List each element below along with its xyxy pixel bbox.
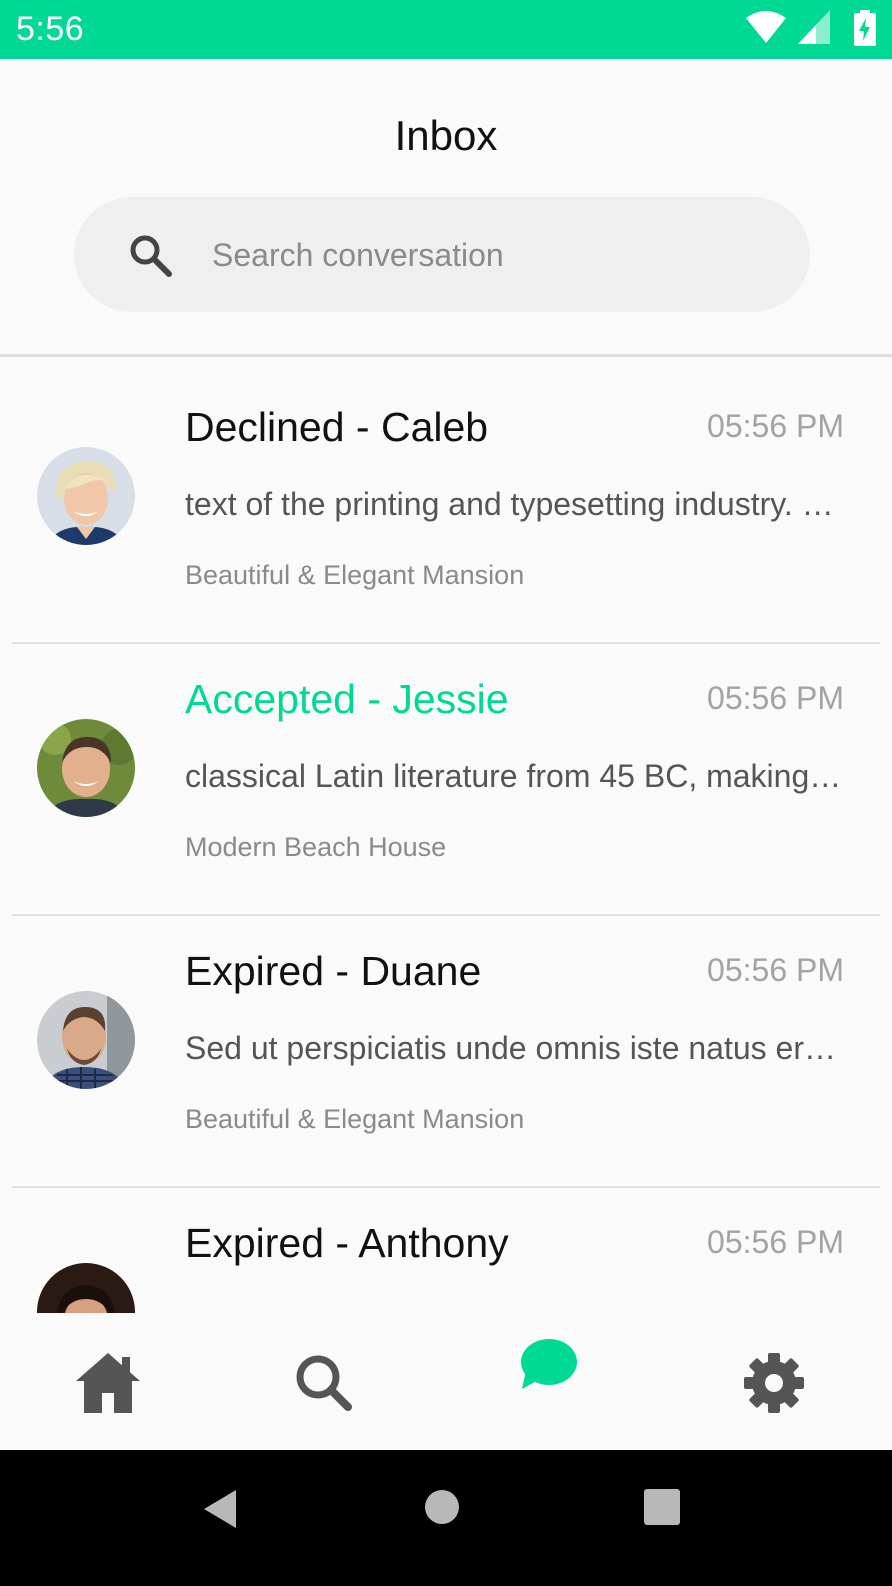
page-title: Inbox xyxy=(394,112,498,159)
status-bar: 5:56 xyxy=(0,0,892,59)
bottom-nav xyxy=(0,1313,892,1450)
battery-icon xyxy=(854,10,876,46)
conversation-property: Beautiful & Elegant Mansion xyxy=(185,560,525,590)
chat-bubble-icon xyxy=(521,1339,577,1389)
conversation-time: 05:56 PM xyxy=(707,952,844,988)
avatar xyxy=(37,991,135,1089)
avatar xyxy=(37,1263,135,1313)
conversation-preview: classical Latin literature from 45 BC, m… xyxy=(185,758,845,794)
conversation-name: Declined - Caleb xyxy=(185,404,489,450)
nav-messages[interactable] xyxy=(508,1329,588,1409)
avatar xyxy=(37,719,135,817)
search-bar[interactable] xyxy=(74,197,810,312)
system-nav-bar xyxy=(0,1450,892,1586)
conversation-list[interactable]: Declined - Caleb 05:56 PM text of the pr… xyxy=(0,372,892,1313)
home-icon xyxy=(76,1353,140,1413)
recents-icon[interactable] xyxy=(643,1488,681,1526)
search-input[interactable] xyxy=(210,227,774,284)
header-divider xyxy=(0,354,892,357)
avatar xyxy=(37,447,135,545)
conversation-item[interactable]: Declined - Caleb 05:56 PM text of the pr… xyxy=(0,372,892,644)
nav-settings[interactable] xyxy=(734,1343,814,1423)
conversation-item[interactable]: Expired - Duane 05:56 PM Sed ut perspici… xyxy=(0,916,892,1188)
conversation-item[interactable]: Expired - Anthony 05:56 PM xyxy=(0,1188,892,1313)
search-icon xyxy=(296,1355,352,1411)
conversation-time: 05:56 PM xyxy=(707,1224,844,1260)
cell-signal-icon xyxy=(798,10,830,44)
conversation-property: Modern Beach House xyxy=(185,832,447,862)
gear-icon xyxy=(744,1353,804,1413)
conversation-item[interactable]: Accepted - Jessie 05:56 PM classical Lat… xyxy=(0,644,892,916)
conversation-name: Accepted - Jessie xyxy=(185,676,509,722)
conversation-name: Expired - Duane xyxy=(185,948,482,994)
conversation-name: Expired - Anthony xyxy=(185,1220,509,1266)
conversation-preview: text of the printing and typesetting ind… xyxy=(185,486,845,522)
search-icon xyxy=(130,235,172,277)
nav-search[interactable] xyxy=(284,1343,364,1423)
conversation-time: 05:56 PM xyxy=(707,408,844,444)
wifi-icon xyxy=(746,11,786,43)
nav-home[interactable] xyxy=(68,1343,148,1423)
conversation-preview: Sed ut perspiciatis unde omnis iste natu… xyxy=(185,1030,845,1066)
back-icon[interactable] xyxy=(200,1488,240,1530)
home-button-icon[interactable] xyxy=(423,1488,461,1526)
status-time: 5:56 xyxy=(16,10,85,48)
conversation-property: Beautiful & Elegant Mansion xyxy=(185,1104,525,1134)
conversation-time: 05:56 PM xyxy=(707,680,844,716)
